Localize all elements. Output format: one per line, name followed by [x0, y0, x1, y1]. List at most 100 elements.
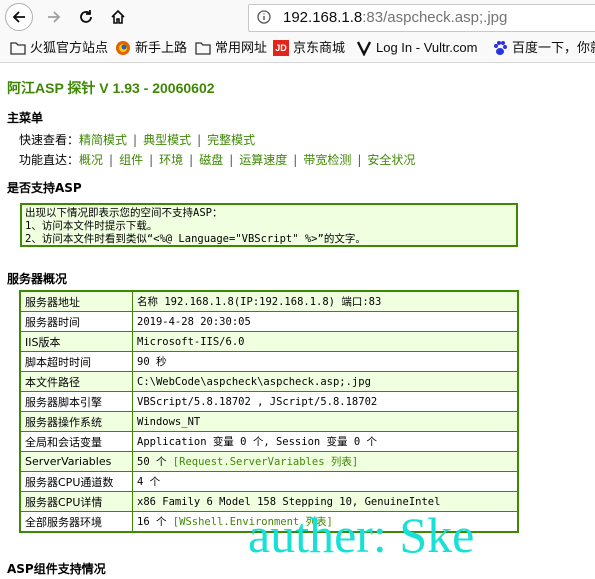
- folder-icon: [10, 42, 26, 55]
- info-icon[interactable]: [257, 10, 271, 24]
- row-value: 2019-4-28 20:30:05: [132, 311, 519, 332]
- folder-icon: [195, 42, 211, 55]
- separator: |: [149, 153, 154, 167]
- row-key: 全部服务器环境: [19, 511, 133, 533]
- baidu-icon: [494, 41, 507, 55]
- row-value: 90 秒: [132, 351, 519, 372]
- bookmark-getting-started[interactable]: 新手上路: [115, 39, 187, 57]
- bookmark-label: 常用网址: [215, 40, 268, 55]
- table-row: 服务器脚本引擎 VBScript/5.8.18702 , JScript/5.8.…: [19, 391, 519, 412]
- table-row: 全局和会话变量 Application 变量 0 个, Session 变量 0 …: [19, 431, 519, 452]
- url-host: 192.168.1.8: [283, 9, 363, 26]
- bookmark-vultr[interactable]: Log In - Vultr.com: [356, 39, 477, 57]
- page-title: 阿江ASP 探针 V 1.93 - 20060602: [7, 80, 215, 96]
- forward-arrow-icon: [48, 11, 61, 23]
- asp-support-notice: 出现以下情况即表示您的空间不支持ASP： 1、访问本文件时提示下载。 2、访问本…: [20, 203, 518, 247]
- bookmark-label: 火狐官方站点: [30, 40, 109, 55]
- notice-line: 出现以下情况即表示您的空间不支持ASP：: [25, 207, 223, 219]
- table-row: 脚本超时时间 90 秒: [19, 351, 519, 372]
- table-row: 服务器时间 2019-4-28 20:30:05: [19, 311, 519, 332]
- link-environment[interactable]: 环境: [159, 153, 183, 167]
- row-key: 服务器CPU通道数: [19, 471, 133, 492]
- link-simple-mode[interactable]: 精简模式: [79, 133, 127, 147]
- table-row: 服务器操作系统 Windows_NT: [19, 411, 519, 432]
- row-value: Windows_NT: [132, 411, 519, 432]
- row-key: ServerVariables: [19, 451, 133, 472]
- link-full-mode[interactable]: 完整模式: [207, 133, 255, 147]
- table-row: 服务器CPU通道数 4 个: [19, 471, 519, 492]
- row-key: 服务器操作系统: [19, 411, 133, 432]
- row-key: 服务器CPU详情: [19, 491, 133, 512]
- server-overview-heading: 服务器概况: [7, 272, 68, 286]
- separator: |: [133, 133, 138, 147]
- separator: |: [189, 153, 194, 167]
- link-security-status[interactable]: 安全状况: [367, 153, 415, 167]
- link-components[interactable]: 组件: [119, 153, 143, 167]
- bookmark-jd[interactable]: JD 京东商城: [273, 39, 345, 57]
- row-key: 服务器脚本引擎: [19, 391, 133, 412]
- link-typical-mode[interactable]: 典型模式: [143, 133, 191, 147]
- row-value: C:\WebCode\aspcheck\aspcheck.asp;.jpg: [132, 371, 519, 392]
- row-value: Microsoft-IIS/6.0: [132, 331, 519, 352]
- function-nav-label: 功能直达：: [19, 153, 80, 167]
- browser-toolbar: 192.168.1.8:83/aspcheck.asp;.jpg: [0, 0, 595, 34]
- firefox-icon: [116, 41, 130, 55]
- table-row: 本文件路径 C:\WebCode\aspcheck\aspcheck.asp;.j…: [19, 371, 519, 392]
- bookmark-label: 京东商城: [293, 40, 346, 55]
- table-row: ServerVariables 50 个 [Request.ServerVaria…: [19, 451, 519, 472]
- row-key: 脚本超时时间: [19, 351, 133, 372]
- url-text: 192.168.1.8:83/aspcheck.asp;.jpg: [283, 5, 507, 31]
- notice-line: 1、访问本文件时提示下载。: [25, 220, 158, 232]
- main-menu-heading: 主菜单: [7, 111, 44, 125]
- url-bar[interactable]: 192.168.1.8:83/aspcheck.asp;.jpg: [248, 4, 595, 32]
- server-variables-list-link[interactable]: [Request.ServerVariables 列表]: [173, 456, 358, 468]
- table-row: IIS版本 Microsoft-IIS/6.0: [19, 331, 519, 352]
- page-content: 阿江ASP 探针 V 1.93 - 20060602 主菜单 快速查看：精简模式…: [0, 63, 595, 579]
- row-value: 4 个: [132, 471, 519, 492]
- link-disk[interactable]: 磁盘: [199, 153, 223, 167]
- row-value-text: 50 个: [137, 456, 173, 468]
- reload-button[interactable]: [72, 3, 100, 31]
- separator: |: [357, 153, 362, 167]
- row-value: 50 个 [Request.ServerVariables 列表]: [132, 451, 519, 472]
- row-value: 名称 192.168.1.8(IP:192.168.1.8) 端口:83: [132, 290, 519, 312]
- quick-view-row: 快速查看：精简模式 | 典型模式 | 完整模式: [19, 131, 255, 148]
- bookmark-common-sites[interactable]: 常用网址: [195, 39, 267, 57]
- watermark-text: auther: Ske: [248, 507, 475, 563]
- forward-button[interactable]: [40, 3, 68, 31]
- bookmark-label: 百度一下，你就: [512, 40, 595, 55]
- asp-support-heading: 是否支持ASP: [7, 181, 82, 195]
- row-key: 全局和会话变量: [19, 431, 133, 452]
- link-compute-speed[interactable]: 运算速度: [239, 153, 287, 167]
- bookmark-baidu[interactable]: 百度一下，你就: [492, 39, 595, 57]
- component-support-heading: ASP组件支持情况: [7, 562, 106, 576]
- link-overview[interactable]: 概况: [79, 153, 103, 167]
- row-key: IIS版本: [19, 331, 133, 352]
- home-button[interactable]: [104, 3, 132, 31]
- row-key: 服务器地址: [19, 290, 133, 312]
- row-value: Application 变量 0 个, Session 变量 0 个: [132, 431, 519, 452]
- separator: |: [229, 153, 234, 167]
- back-arrow-icon: [12, 11, 25, 23]
- back-button[interactable]: [5, 3, 33, 31]
- row-value: VBScript/5.8.18702 , JScript/5.8.18702: [132, 391, 519, 412]
- row-key: 本文件路径: [19, 371, 133, 392]
- server-info-table: 服务器地址 名称 192.168.1.8(IP:192.168.1.8) 端口:8…: [19, 290, 519, 533]
- table-row: 服务器地址 名称 192.168.1.8(IP:192.168.1.8) 端口:8…: [19, 290, 519, 312]
- bookmarks-bar: 火狐官方站点 新手上路 常用网址 JD 京东商城 Log In - Vultr.…: [0, 34, 595, 63]
- link-bandwidth-test[interactable]: 带宽检测: [303, 153, 351, 167]
- quick-view-label: 快速查看：: [19, 133, 80, 147]
- separator: |: [293, 153, 298, 167]
- function-nav-row: 功能直达：概况 | 组件 | 环境 | 磁盘 | 运算速度 | 带宽检测 | 安全状况: [19, 151, 415, 168]
- bookmark-firefox-official[interactable]: 火狐官方站点: [10, 39, 108, 57]
- bookmark-label: Log In - Vultr.com: [376, 40, 478, 55]
- notice-line: 2、访问本文件时看到类似“<%@ Language="VBScript" %>”…: [25, 233, 366, 245]
- row-value-text: 16 个: [137, 516, 173, 528]
- separator: |: [109, 153, 114, 167]
- separator: |: [197, 133, 202, 147]
- url-path: :83/aspcheck.asp;.jpg: [362, 9, 508, 26]
- jd-icon: JD: [273, 40, 289, 56]
- bookmark-label: 新手上路: [135, 40, 188, 55]
- vultr-icon: [356, 41, 372, 56]
- reload-icon: [80, 10, 92, 23]
